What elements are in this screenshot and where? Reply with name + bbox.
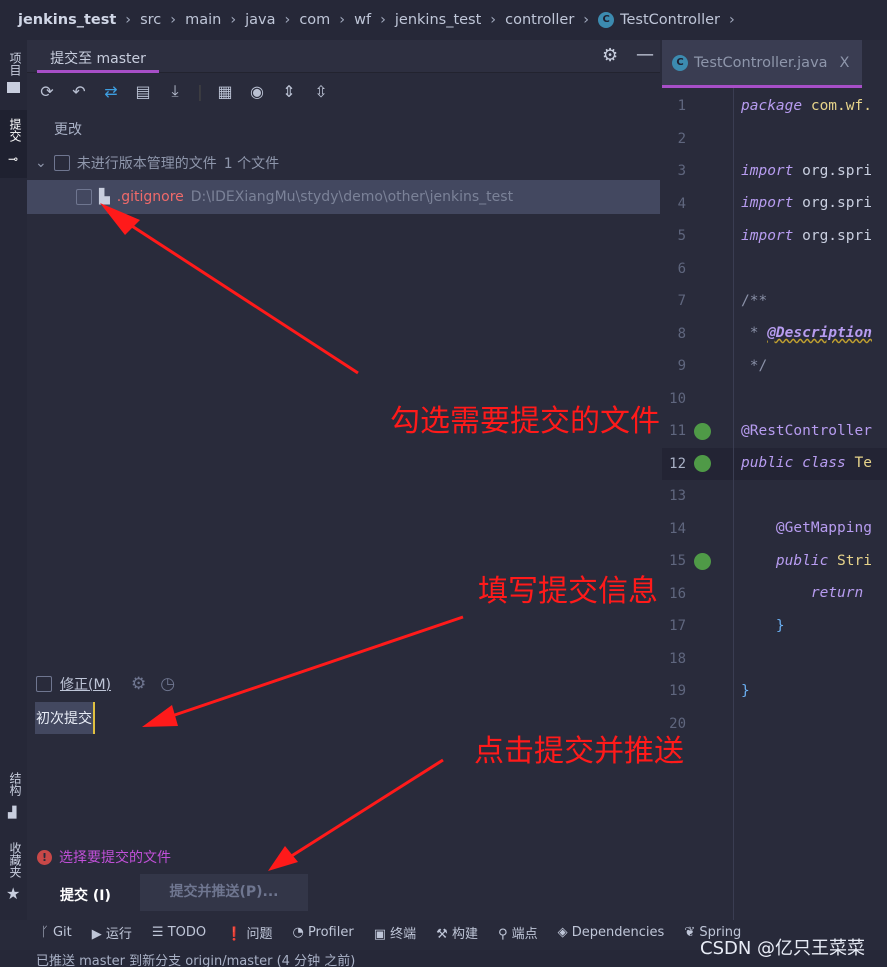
arrow-2	[159, 615, 464, 722]
arrow-2-head	[142, 705, 178, 727]
arrow-1	[114, 213, 359, 375]
annotation-select-files: 勾选需要提交的文件	[390, 404, 660, 439]
arrow-3	[281, 758, 444, 864]
arrow-1-head	[100, 203, 140, 235]
annotation-click-commit-push: 点击提交并推送	[474, 734, 684, 769]
arrow-3-head	[268, 846, 298, 871]
watermark: CSDN @亿只王菜菜	[700, 938, 866, 959]
annotation-arrows	[100, 203, 464, 871]
annotation-fill-message: 填写提交信息	[478, 574, 658, 609]
